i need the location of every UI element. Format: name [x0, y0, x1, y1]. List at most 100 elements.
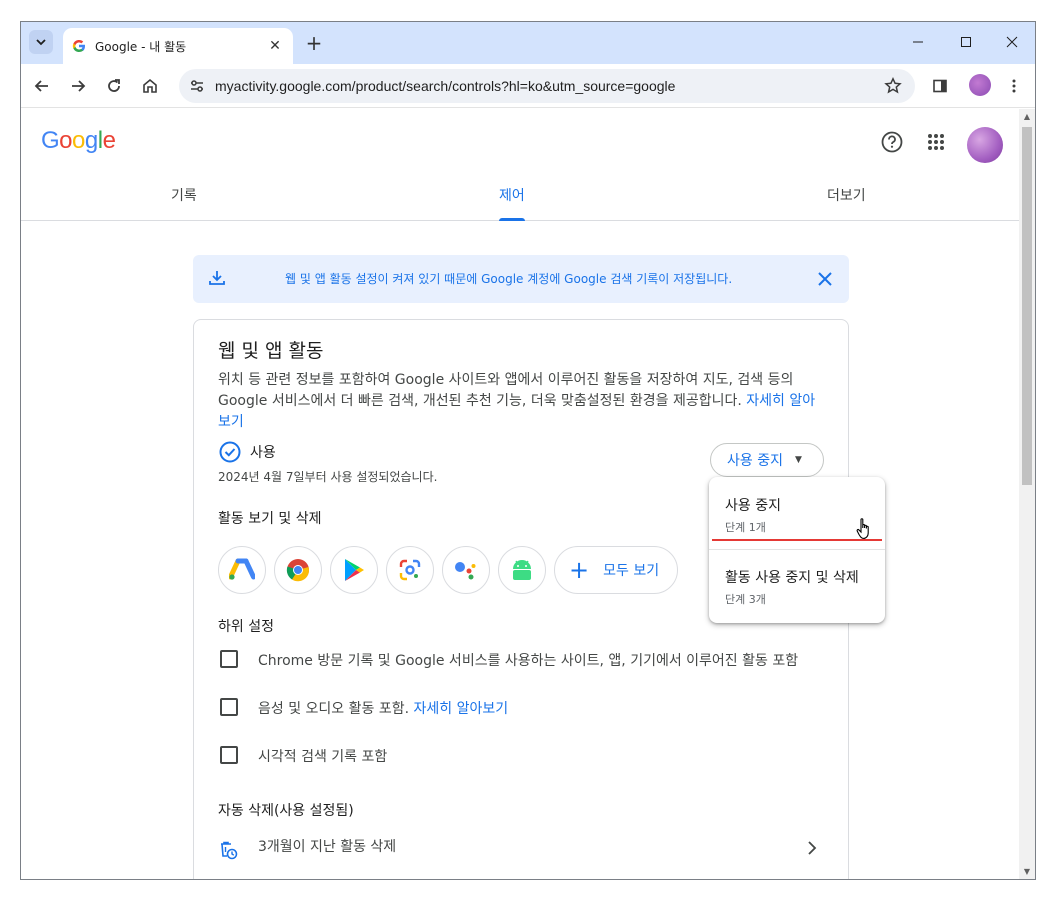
tab-bar: Google - 내 활동 ✕ +	[21, 22, 1035, 64]
close-banner-icon[interactable]	[815, 269, 835, 289]
chrome-history-setting: Chrome 방문 기록 및 Google 서비스를 사용하는 사이트, 앱, …	[218, 648, 828, 672]
see-all-label: 모두 보기	[603, 563, 660, 579]
reload-icon	[108, 79, 120, 92]
menu-item-title: 사용 중지	[725, 498, 781, 514]
voice-audio-setting: 음성 및 오디오 활동 포함. 자세히 알아보기	[218, 696, 828, 720]
chrome-icon	[286, 559, 310, 582]
android-app[interactable]	[498, 546, 546, 594]
visual-search-label: 시각적 검색 기록 포함	[258, 749, 388, 765]
close-window-button[interactable]	[999, 30, 1025, 54]
browser-tab[interactable]: Google - 내 활동 ✕	[63, 28, 293, 64]
auto-delete-value[interactable]: 3개월이 지난 활동 삭제	[258, 836, 396, 856]
menu-item-turn-off-delete[interactable]: 활동 사용 중지 및 삭제 단계 3개	[709, 557, 885, 607]
page-scrollbar[interactable]: ▲ ▼	[1019, 109, 1035, 879]
visual-search-checkbox[interactable]	[220, 746, 238, 764]
auto-delete-heading: 자동 삭제(사용 설정됨)	[218, 803, 354, 819]
apps-grid-icon[interactable]	[927, 133, 945, 151]
address-bar[interactable]: myactivity.google.com/product/search/con…	[179, 69, 915, 103]
minimize-button[interactable]	[905, 30, 931, 54]
back-arrow-icon	[34, 80, 48, 92]
card-title: 웹 및 앱 활동	[218, 340, 324, 362]
back-button[interactable]	[29, 73, 55, 99]
voice-audio-label: 음성 및 오디오 활동 포함. 자세히 알아보기	[258, 698, 508, 718]
chrome-history-label: Chrome 방문 기록 및 Google 서비스를 사용하는 사이트, 앱, …	[258, 653, 799, 669]
voice-audio-checkbox[interactable]	[220, 698, 238, 716]
more-vert-icon	[1012, 79, 1016, 93]
visual-search-setting: 시각적 검색 기록 포함	[218, 744, 828, 768]
banner-text: 웹 및 앱 활동 설정이 켜져 있기 때문에 Google 계정에 Google…	[285, 272, 733, 286]
chevron-down-icon	[36, 39, 46, 46]
auto-delete-icon	[221, 841, 238, 860]
tab-close-icon[interactable]: ✕	[265, 36, 285, 56]
side-panel-icon	[933, 79, 947, 93]
status-date: 2024년 4월 7일부터 사용 설정되었습니다.	[218, 470, 438, 484]
hand-pointer-icon	[856, 518, 869, 540]
tab-controls[interactable]: 제어	[499, 185, 525, 205]
scroll-thumb[interactable]	[1022, 127, 1032, 485]
google-play-app[interactable]	[330, 546, 378, 594]
menu-item-subtitle: 단계 3개	[725, 593, 766, 606]
page-tabs: 기록 제어 더보기	[21, 171, 1019, 221]
turn-off-menu: 사용 중지 단계 1개 활동 사용 중지 및 삭제 단계 3개	[709, 477, 885, 623]
browser-menu-button[interactable]	[1001, 73, 1027, 99]
menu-divider	[709, 549, 885, 550]
voice-audio-text: 음성 및 오디오 활동 포함.	[258, 701, 410, 717]
android-icon	[513, 560, 531, 580]
download-icon	[209, 271, 225, 285]
side-panel-button[interactable]	[927, 73, 953, 99]
home-button[interactable]	[137, 73, 163, 99]
forward-arrow-icon	[72, 80, 86, 92]
highlight-underline	[712, 539, 882, 541]
google-assistant-app[interactable]	[442, 546, 490, 594]
browser-window: Google - 내 활동 ✕ + myactivity.google.com/…	[20, 21, 1036, 880]
scroll-up-icon[interactable]: ▲	[1022, 112, 1032, 122]
voice-learn-more-link[interactable]: 자세히 알아보기	[414, 701, 509, 717]
plus-icon: +	[569, 556, 590, 584]
page-content: Google 기록 제어 더보기 웹 및 앱 활동 설정이 켜져 있기 때문에 …	[21, 109, 1019, 879]
sub-settings-heading: 하위 설정	[218, 619, 274, 635]
site-settings-icon[interactable]	[189, 78, 205, 94]
status-label: 사용	[250, 445, 276, 461]
bookmark-star-icon[interactable]	[883, 76, 903, 96]
card-description: 위치 등 관련 정보를 포함하여 Google 사이트와 앱에서 이루어진 활동…	[218, 370, 826, 433]
account-avatar[interactable]	[967, 127, 1003, 163]
home-icon	[143, 78, 157, 93]
maximize-icon	[961, 37, 971, 47]
tab-search-button[interactable]	[29, 30, 53, 54]
check-circle-icon	[219, 441, 241, 463]
chrome-app[interactable]	[274, 546, 322, 594]
menu-item-title: 활동 사용 중지 및 삭제	[725, 570, 859, 586]
google-logo[interactable]: Google	[41, 127, 116, 155]
tab-history[interactable]: 기록	[171, 185, 197, 205]
turn-off-label: 사용 중지	[727, 453, 783, 469]
menu-item-turn-off[interactable]: 사용 중지 단계 1개	[709, 487, 885, 540]
chrome-history-checkbox[interactable]	[220, 650, 238, 668]
close-icon	[1006, 36, 1018, 48]
minimize-icon	[913, 41, 923, 43]
assistant-icon	[455, 562, 476, 580]
reload-button[interactable]	[101, 73, 127, 99]
tab-more[interactable]: 더보기	[827, 185, 866, 205]
active-tab-indicator	[499, 218, 525, 221]
new-tab-button[interactable]: +	[303, 31, 325, 55]
see-all-button[interactable]: + 모두 보기	[554, 546, 678, 594]
turn-off-dropdown[interactable]: 사용 중지 ▼	[710, 443, 824, 477]
url-text: myactivity.google.com/product/search/con…	[215, 78, 676, 94]
google-lens-app[interactable]	[386, 546, 434, 594]
menu-item-subtitle: 단계 1개	[725, 521, 766, 534]
scroll-down-icon[interactable]: ▼	[1022, 867, 1032, 877]
caret-down-icon: ▼	[794, 455, 802, 465]
browser-toolbar: myactivity.google.com/product/search/con…	[21, 64, 1035, 108]
forward-button[interactable]	[65, 73, 91, 99]
description-text: 위치 등 관련 정보를 포함하여 Google 사이트와 앱에서 이루어진 활동…	[218, 372, 794, 409]
chevron-right-icon[interactable]	[802, 838, 822, 858]
info-banner: 웹 및 앱 활동 설정이 켜져 있기 때문에 Google 계정에 Google…	[193, 255, 849, 303]
play-store-icon	[345, 559, 364, 581]
google-lens-icon	[399, 559, 421, 581]
help-icon[interactable]	[881, 131, 903, 153]
profile-avatar[interactable]	[969, 74, 991, 96]
maximize-button[interactable]	[953, 30, 979, 54]
google-favicon-icon	[71, 38, 87, 54]
google-ads-icon	[229, 558, 255, 580]
google-ads-app[interactable]	[218, 546, 266, 594]
